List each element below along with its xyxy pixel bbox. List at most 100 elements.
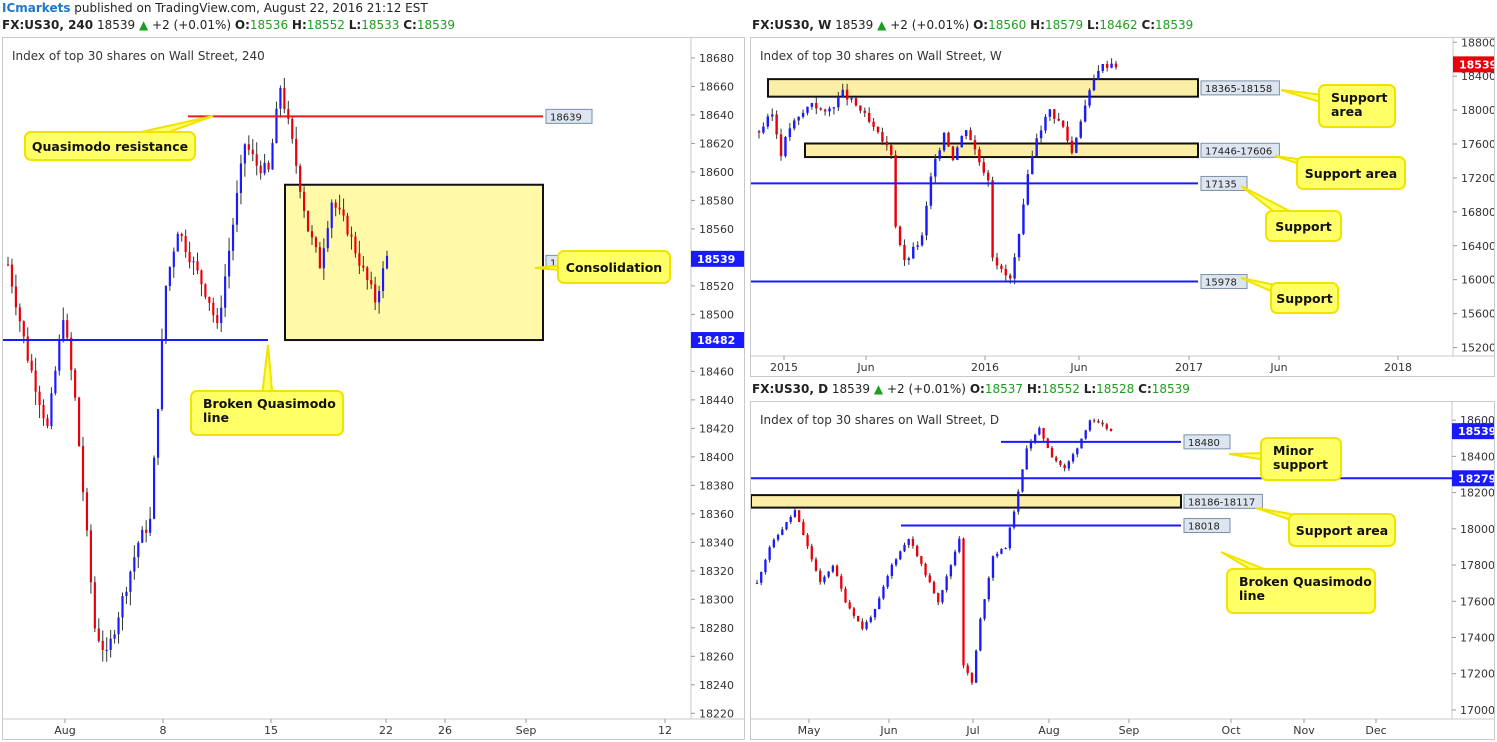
- h4-candle-body: [212, 302, 215, 316]
- h4-chart-pane[interactable]: 1868018660186401862018600185801856018540…: [2, 37, 745, 740]
- d-candle-body: [878, 598, 881, 610]
- d-candle-body: [945, 576, 948, 591]
- h4-x-tick-label: 15: [264, 724, 278, 737]
- d-candle-body: [1088, 420, 1092, 431]
- h4-y-tick-label: 18360: [699, 508, 734, 521]
- d-candle-body: [806, 535, 809, 547]
- d-candle-body: [890, 564, 894, 576]
- h4-callout-text: Consolidation: [566, 260, 662, 275]
- w-chart-svg[interactable]: 1880018400180001760017200168001640016000…: [751, 38, 1495, 377]
- h4-candle-body: [184, 236, 187, 253]
- w-candle-body: [912, 246, 915, 259]
- h4-candle-body: [275, 108, 278, 144]
- d-level-label: 18018: [1188, 522, 1220, 533]
- d-candle-body: [781, 529, 784, 535]
- w-x-tick-label: 2016: [971, 361, 999, 374]
- d-candle-body: [924, 563, 927, 576]
- h4-callout-text: Quasimodo resistance: [32, 139, 188, 154]
- h4-candle-body: [338, 207, 341, 210]
- h4-candle-body: [295, 138, 298, 166]
- d-candle-body: [920, 556, 923, 564]
- d-candle-body: [1000, 548, 1003, 554]
- h4-x-tick-label: Sep: [516, 724, 537, 737]
- w-candle-body: [766, 116, 770, 127]
- d-change: +2 (+0.01%): [886, 382, 966, 396]
- d-candle-body: [789, 516, 792, 523]
- d-candle-body: [937, 593, 940, 603]
- publisher-name[interactable]: ICmarkets: [2, 1, 70, 15]
- w-candle-body: [771, 114, 774, 117]
- h4-y-tick-label: 18660: [699, 80, 734, 93]
- w-x-tick-label: Jun: [1269, 361, 1287, 374]
- d-callout-text: Support area: [1296, 523, 1388, 538]
- d-x-tick-label: Jun: [879, 724, 897, 737]
- h4-candle-body: [81, 446, 85, 493]
- w-candle-body: [832, 107, 836, 109]
- d-y-tick-label: 17000: [1460, 704, 1495, 717]
- w-callout-text: Support: [1276, 291, 1333, 306]
- h4-y-tick-label: 18420: [699, 422, 734, 435]
- w-candle-body: [1017, 233, 1021, 258]
- d-level-axis-label: 18279: [1458, 472, 1495, 485]
- w-candle-body: [757, 131, 761, 133]
- d-candle-body: [823, 576, 826, 583]
- d-x-tick-label: Sep: [1119, 724, 1140, 737]
- h4-candle-body: [196, 261, 199, 271]
- d-candle-body: [755, 582, 759, 584]
- w-candle-body: [942, 132, 946, 151]
- d-candle-body: [1033, 434, 1037, 442]
- h4-level-axis-label: 18482: [697, 334, 735, 347]
- h4-candle-body: [34, 370, 37, 392]
- d-candle-body: [785, 522, 788, 530]
- w-candle-body: [1070, 140, 1074, 153]
- d-candle-body: [1038, 428, 1041, 435]
- w-candle-body: [982, 162, 985, 173]
- w-candle-body: [881, 132, 884, 142]
- h4-candle-body: [259, 165, 262, 174]
- h4-y-tick-label: 18460: [699, 365, 734, 378]
- h4-candle-body: [362, 265, 365, 268]
- d-level-label: 18480: [1188, 438, 1220, 449]
- d-chart-svg[interactable]: 1860018400182001800017800176001740017200…: [751, 402, 1495, 740]
- w-close: 18539: [1155, 18, 1194, 32]
- h4-candle-body: [62, 320, 65, 340]
- h4-y-tick-label: 18680: [699, 52, 734, 65]
- h4-chart-svg[interactable]: 1868018660186401862018600185801856018540…: [3, 38, 745, 740]
- w-symbol-line: FX:US30, W 18539 ▲ +2 (+0.01%) O:18560 H…: [752, 18, 1194, 32]
- h4-candle-body: [70, 337, 73, 370]
- d-candle-body: [831, 565, 835, 572]
- h4-candle-body: [322, 248, 325, 269]
- w-up-arrow-icon: ▲: [877, 18, 887, 32]
- d-symbol-line: FX:US30, D 18539 ▲ +2 (+0.01%) O:18537 H…: [752, 382, 1190, 396]
- h4-x-tick-label: 8: [160, 724, 167, 737]
- d-candle-body: [886, 575, 889, 587]
- d-candle-body: [953, 551, 957, 566]
- w-level-label: 15978: [1205, 278, 1237, 289]
- d-candle-body: [1067, 461, 1071, 469]
- h4-candle-body: [14, 286, 17, 308]
- d-zone-label: 18186-18117: [1188, 497, 1255, 508]
- w-chart-pane[interactable]: 18800 18400 18000 17600 17200 16800 16400 16000…: [750, 37, 1495, 377]
- h4-candle-body: [385, 255, 389, 269]
- w-candle-body: [837, 97, 840, 108]
- w-x-tick-label: Jun: [856, 361, 874, 374]
- h4-y-tick-label: 18260: [699, 650, 734, 663]
- d-candle-body: [1059, 460, 1062, 465]
- w-candle-body: [1048, 109, 1052, 117]
- d-last-price-label: 18539: [1458, 425, 1495, 438]
- w-candle-body: [1035, 138, 1038, 156]
- d-candle-body: [907, 539, 910, 545]
- h4-candle-body: [283, 87, 286, 110]
- d-candle-body: [1097, 420, 1100, 423]
- w-candle-body: [1022, 204, 1025, 234]
- h4-change: +2 (+0.01%): [152, 18, 232, 32]
- w-x-tick-label: Jun: [1069, 361, 1087, 374]
- w-candle-body: [964, 130, 968, 137]
- d-chart-pane[interactable]: 18600 18400 18200 18000 17800 17600 17400 17200…: [750, 401, 1495, 740]
- w-zone-box: [767, 78, 1199, 98]
- h4-last-price-label: 18539: [697, 253, 735, 266]
- d-candle-body: [865, 621, 868, 629]
- h4-symbol: FX:US30, 240: [2, 18, 94, 32]
- w-low: 18462: [1099, 18, 1138, 32]
- w-candle-body: [797, 116, 800, 121]
